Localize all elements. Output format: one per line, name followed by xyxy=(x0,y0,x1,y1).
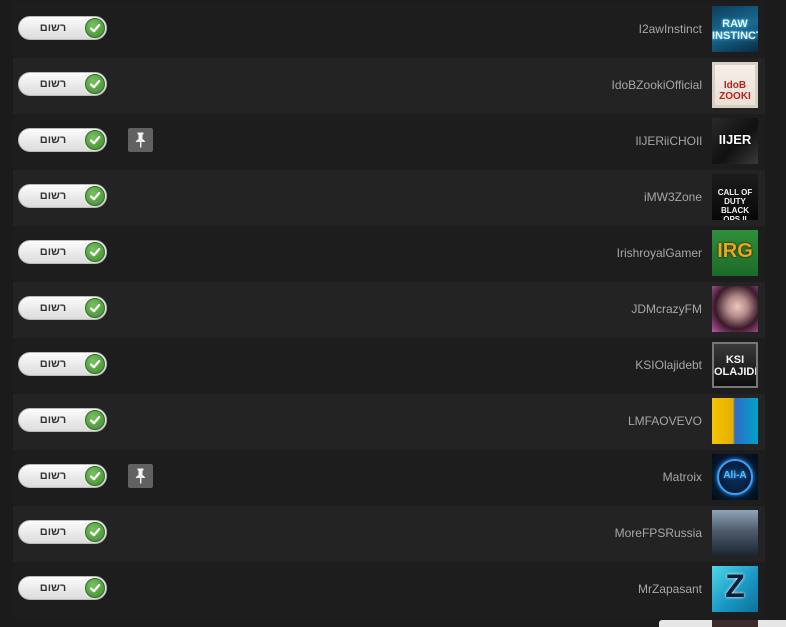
subscription-row: רשום IrishroyalGamer IRG xyxy=(13,226,765,282)
avatar-logo-text: KSI OLAJIDEBT xyxy=(714,354,756,378)
subscribed-button[interactable]: רשום xyxy=(18,352,107,376)
channel-avatar[interactable] xyxy=(712,286,758,332)
channel-name-link[interactable]: LMFAOVEVO xyxy=(628,414,702,429)
avatar-logo-text: IRG xyxy=(717,240,753,262)
channel-avatar[interactable]: IdoB ZOOKI xyxy=(712,62,758,108)
subscribed-button[interactable]: רשום xyxy=(18,184,107,208)
pin-channel-button[interactable] xyxy=(128,464,153,488)
checkmark-icon xyxy=(85,410,105,430)
checkmark-icon xyxy=(85,354,105,374)
channel-name-link[interactable]: JDMcrazyFM xyxy=(631,302,702,317)
checkmark-icon xyxy=(85,578,105,598)
subscription-row: רשום LMFAOVEVO xyxy=(13,394,765,450)
subscription-row: רשום I2awInstinct RAW INSTINCT xyxy=(13,2,765,58)
channel-avatar[interactable]: IRG xyxy=(712,230,758,276)
channel-name-link[interactable]: MrZapasant xyxy=(638,582,702,597)
channel-avatar[interactable] xyxy=(712,398,758,444)
next-channel-thumbnail-edge[interactable] xyxy=(712,620,758,627)
avatar-logo-text: IIJER xyxy=(718,132,752,147)
subscription-row: רשום MoreFPSRussia xyxy=(13,506,765,562)
channel-name-link[interactable]: IlJERiiCHOIl xyxy=(635,134,702,149)
checkmark-icon xyxy=(85,242,105,262)
subscribed-label: רשום xyxy=(39,190,67,202)
channel-avatar[interactable]: KSI OLAJIDEBT xyxy=(712,342,758,388)
channel-name-link[interactable]: iMW3Zone xyxy=(644,190,702,205)
channel-avatar[interactable]: Z xyxy=(712,566,758,612)
subscription-row: רשום Matroix Ali-A xyxy=(13,450,765,506)
channel-avatar[interactable]: CALL OF DUTY BLACK OPS II xyxy=(712,174,758,220)
subscribed-button[interactable]: רשום xyxy=(18,408,107,432)
subscription-row: רשום JDMcrazyFM xyxy=(13,282,765,338)
checkmark-icon xyxy=(85,522,105,542)
subscription-row: רשום IlJERiiCHOIl IIJER xyxy=(13,114,765,170)
subscription-row: רשום KSIOlajidebt KSI OLAJIDEBT xyxy=(13,338,765,394)
channel-name-link[interactable]: IrishroyalGamer xyxy=(617,246,702,261)
channel-avatar[interactable]: Ali-A xyxy=(712,454,758,500)
checkmark-icon xyxy=(85,466,105,486)
subscribed-label: רשום xyxy=(39,302,67,314)
avatar-logo-text: Ali-A xyxy=(723,470,747,481)
checkmark-icon xyxy=(85,130,105,150)
channel-name-link[interactable]: I2awInstinct xyxy=(639,22,702,37)
subscribed-label: רשום xyxy=(39,246,67,258)
subscribed-label: רשום xyxy=(39,414,67,426)
subscribed-button[interactable]: רשום xyxy=(18,576,107,600)
subscription-row: רשום iMW3Zone CALL OF DUTY BLACK OPS II xyxy=(13,170,765,226)
subscriptions-list: רשום I2awInstinct RAW INSTINCT רשום IdoBZook… xyxy=(0,0,786,627)
subscription-row: רשום IdoBZookiOfficial IdoB ZOOKI xyxy=(13,58,765,114)
channel-avatar[interactable]: IIJER xyxy=(712,118,758,164)
checkmark-icon xyxy=(85,74,105,94)
avatar-logo-text: RAW INSTINCT xyxy=(712,18,758,42)
subscribed-button[interactable]: רשום xyxy=(18,16,107,40)
subscribed-label: רשום xyxy=(39,78,67,90)
channel-name-link[interactable]: KSIOlajidebt xyxy=(635,358,702,373)
subscribed-label: רשום xyxy=(39,358,67,370)
subscription-row: רשום MrZapasant Z xyxy=(13,562,765,618)
subscribed-button[interactable]: רשום xyxy=(18,72,107,96)
checkmark-icon xyxy=(85,18,105,38)
subscribed-label: רשום xyxy=(39,22,67,34)
pin-channel-button[interactable] xyxy=(128,128,153,152)
pushpin-icon xyxy=(135,468,146,484)
subscribed-button[interactable]: רשום xyxy=(18,128,107,152)
subscribed-button[interactable]: רשום xyxy=(18,464,107,488)
channel-name-link[interactable]: Matroix xyxy=(663,470,702,485)
subscribed-label: רשום xyxy=(39,582,67,594)
subscribed-label: רשום xyxy=(39,470,67,482)
channel-name-link[interactable]: MoreFPSRussia xyxy=(615,526,702,541)
subscribed-button[interactable]: רשום xyxy=(18,520,107,544)
checkmark-icon xyxy=(85,186,105,206)
avatar-logo-text: Z xyxy=(725,568,745,604)
checkmark-icon xyxy=(85,298,105,318)
channel-name-link[interactable]: IdoBZookiOfficial xyxy=(612,78,703,93)
avatar-logo-text: CALL OF DUTY BLACK OPS II xyxy=(717,188,753,220)
subscribed-button[interactable]: רשום xyxy=(18,296,107,320)
subscribed-label: רשום xyxy=(39,526,67,538)
pushpin-icon xyxy=(135,132,146,148)
channel-avatar[interactable] xyxy=(712,510,758,556)
subscribed-button[interactable]: רשום xyxy=(18,240,107,264)
avatar-logo-text: IdoB ZOOKI xyxy=(719,80,751,102)
subscribed-label: רשום xyxy=(39,134,67,146)
channel-avatar[interactable]: RAW INSTINCT xyxy=(712,6,758,52)
